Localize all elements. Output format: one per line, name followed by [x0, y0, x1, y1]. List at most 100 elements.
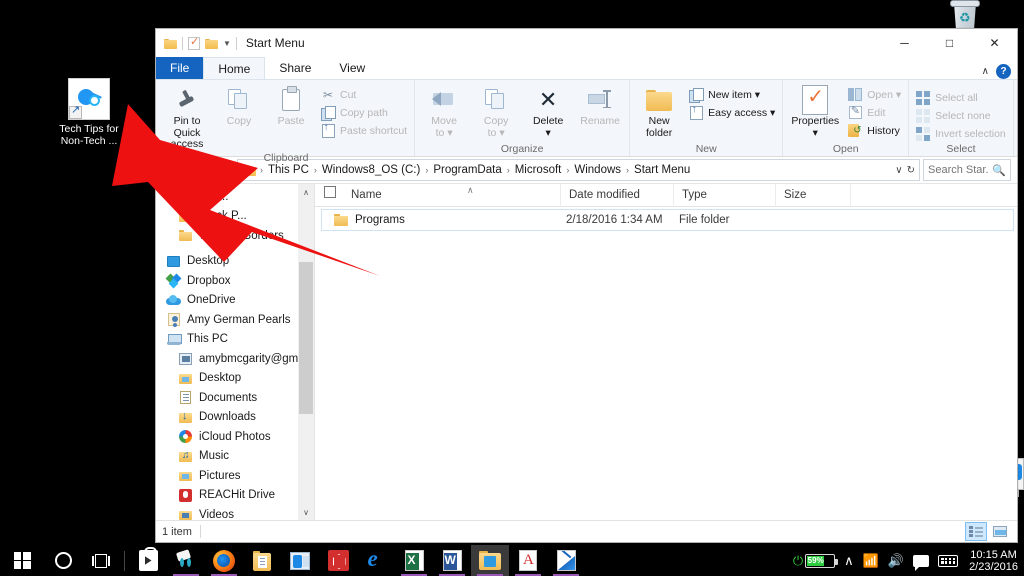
ribbon-tabs[interactable]: File Home Share View ∧ ?: [156, 57, 1017, 79]
properties-icon[interactable]: [188, 35, 200, 50]
collapse-ribbon-icon[interactable]: ∧: [982, 66, 989, 77]
nav-item-amy-german-pearls[interactable]: Amy German Pearls: [156, 310, 314, 330]
battery-indicator[interactable]: ⏻ 59%: [793, 553, 839, 569]
excel-button[interactable]: [395, 545, 433, 576]
column-header-type[interactable]: Type: [674, 183, 776, 207]
taskbar[interactable]: ⏻ 59% ∧ 📶 🔊 10:15 AM 2/23/2016: [0, 545, 1024, 576]
breadcrumb-programdata[interactable]: ProgramData: [429, 160, 505, 180]
nav-item-downloads[interactable]: Downloads: [156, 408, 314, 428]
large-icons-view-button[interactable]: [989, 522, 1011, 541]
copy-button[interactable]: Copy: [213, 84, 265, 128]
column-header-size[interactable]: Size: [776, 183, 851, 207]
nav-item-desktop[interactable]: Desktop: [156, 252, 314, 272]
table-row[interactable]: Programs 2/18/2016 1:34 AM File folder: [321, 209, 1014, 231]
word-button[interactable]: [433, 545, 471, 576]
window-controls[interactable]: ─ □ ✕: [882, 29, 1017, 57]
file-explorer-button[interactable]: [471, 545, 509, 576]
navigation-pane[interactable]: Pos... Stock P... Webiste Borders Deskto…: [156, 184, 314, 520]
wifi-icon[interactable]: 📶: [863, 553, 879, 569]
copy-to-button[interactable]: Copy to ▾: [470, 84, 522, 139]
paste-button[interactable]: Paste: [265, 84, 317, 128]
action-center-icon[interactable]: [913, 554, 930, 571]
ribbon[interactable]: Pin to Quick access Copy Paste ✂ Cut Cop…: [156, 79, 1017, 164]
tab-home[interactable]: Home: [203, 57, 266, 79]
scroll-down-icon[interactable]: ∨: [298, 504, 314, 520]
breadcrumb-start-menu[interactable]: Start Menu: [630, 160, 694, 180]
cut-button[interactable]: ✂ Cut: [321, 87, 407, 102]
pin-to-quick-access-button[interactable]: Pin to Quick access: [161, 84, 213, 151]
invert-selection-button[interactable]: Invert selection: [916, 126, 1006, 141]
properties-button[interactable]: Properties ▾: [786, 84, 844, 139]
acrobat-button[interactable]: [509, 545, 547, 576]
firefox-button[interactable]: [205, 545, 243, 576]
nav-item-onedrive[interactable]: OneDrive: [156, 291, 314, 311]
quick-access-toolbar[interactable]: ▼: [156, 29, 237, 57]
tab-file[interactable]: File: [156, 57, 204, 79]
system-tray[interactable]: ⏻ 59% ∧ 📶 🔊 10:15 AM 2/23/2016: [793, 545, 1024, 576]
outlook-button[interactable]: [281, 545, 319, 576]
nav-item-dropbox[interactable]: Dropbox: [156, 271, 314, 291]
desktop-icon-tech-tips[interactable]: Tech Tips for Non-Tech ...: [46, 78, 132, 147]
show-hidden-icons-button[interactable]: ∧: [844, 553, 854, 569]
cortana-button[interactable]: [44, 545, 82, 576]
scrollbar-thumb[interactable]: [299, 262, 313, 414]
notes-button[interactable]: [243, 545, 281, 576]
nav-item-webiste-borders[interactable]: Webiste Borders: [156, 226, 314, 246]
chevron-down-icon[interactable]: ∨: [895, 165, 902, 176]
new-item-button[interactable]: New item ▾: [689, 87, 775, 103]
volume-icon[interactable]: 🔊: [888, 553, 904, 569]
nav-item-pictures[interactable]: Pictures: [156, 466, 314, 486]
nav-item-stock-photos[interactable]: Stock P...: [156, 207, 314, 227]
task-view-button[interactable]: [82, 545, 120, 576]
folder-icon[interactable]: [164, 38, 177, 49]
help-icon[interactable]: ?: [996, 64, 1011, 79]
customize-caret-icon[interactable]: ▼: [223, 39, 231, 48]
paste-shortcut-button[interactable]: Paste shortcut: [321, 122, 407, 138]
new-folder-button[interactable]: New folder: [633, 84, 685, 139]
easy-access-button[interactable]: Easy access ▾: [689, 104, 775, 120]
history-button[interactable]: History: [848, 123, 901, 138]
nav-item-music[interactable]: Music: [156, 447, 314, 467]
new-folder-icon[interactable]: [205, 38, 218, 49]
title-bar[interactable]: ▼ Start Menu ─ □ ✕: [156, 29, 1017, 57]
store-button[interactable]: [129, 545, 167, 576]
details-view-button[interactable]: [965, 522, 987, 541]
clock[interactable]: 10:15 AM 2/23/2016: [967, 549, 1018, 573]
nav-item-this-pc[interactable]: This PC: [156, 330, 314, 350]
file-explorer-window[interactable]: ▼ Start Menu ─ □ ✕ File Home Share View …: [155, 28, 1018, 543]
search-box[interactable]: 🔍: [923, 159, 1011, 181]
column-headers[interactable]: Name Date modified Type Size ∧: [315, 183, 1017, 207]
snipping-tool-button[interactable]: [167, 545, 205, 576]
nav-item-gmail-folder[interactable]: amybmcgarity@gmail.com: [156, 349, 314, 369]
close-button[interactable]: ✕: [972, 29, 1017, 57]
keyboard-icon[interactable]: [938, 554, 959, 567]
minimize-button[interactable]: ─: [882, 29, 927, 57]
tab-share[interactable]: Share: [265, 57, 325, 79]
select-all-button[interactable]: Select all: [916, 90, 1006, 105]
edit-button[interactable]: Edit: [848, 104, 901, 120]
tab-view[interactable]: View: [325, 57, 379, 79]
start-button[interactable]: [0, 545, 44, 576]
breadcrumb-microsoft[interactable]: Microsoft: [511, 160, 566, 180]
refresh-icon[interactable]: ↻: [907, 165, 915, 176]
maximize-button[interactable]: □: [927, 29, 972, 57]
blue-app-button[interactable]: [547, 545, 585, 576]
copy-path-button[interactable]: Copy path: [321, 105, 407, 121]
delete-button[interactable]: ✕ Delete ▾: [522, 84, 574, 139]
scroll-up-icon[interactable]: ∧: [298, 184, 314, 200]
scrollbar-track[interactable]: [298, 200, 314, 504]
red-app-button[interactable]: [319, 545, 357, 576]
nav-item-documents[interactable]: Documents: [156, 388, 314, 408]
breadcrumb-windows[interactable]: Windows: [570, 160, 625, 180]
nav-item-reachit-drive[interactable]: REACHit Drive: [156, 486, 314, 506]
select-none-button[interactable]: Select none: [916, 108, 1006, 123]
nav-item-posts[interactable]: Pos...: [156, 187, 314, 207]
nav-item-desktop-folder[interactable]: Desktop: [156, 369, 314, 389]
navigation-scrollbar[interactable]: ∧ ∨: [298, 184, 314, 520]
edge-button[interactable]: [357, 545, 395, 576]
rename-button[interactable]: Rename: [574, 84, 626, 128]
desktop-background[interactable]: Tech Tips for Non-Tech ... ♻ ▼: [0, 0, 1024, 576]
nav-item-videos[interactable]: Videos: [156, 505, 314, 520]
column-header-name[interactable]: Name: [343, 183, 561, 207]
view-toggle-group[interactable]: [965, 522, 1011, 541]
